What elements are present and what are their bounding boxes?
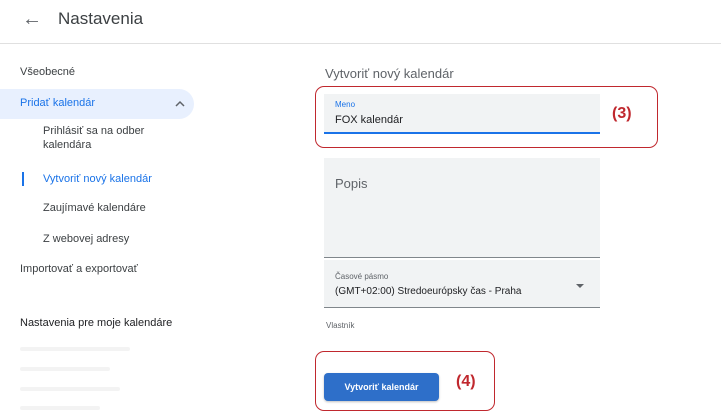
chevron-up-icon[interactable] (172, 96, 188, 112)
sidebar-item-import-export[interactable]: Importovať a exportovať (20, 263, 138, 275)
description-placeholder: Popis (335, 176, 368, 191)
page-title: Nastavenia (58, 9, 144, 28)
sidebar-item-general[interactable]: Všeobecné (20, 66, 75, 78)
blurred-item (20, 347, 130, 351)
sidebar-item-interesting[interactable]: Zaujímavé kalendáre (43, 201, 146, 215)
sidebar-item-from-url[interactable]: Z webovej adresy (43, 232, 129, 246)
description-field[interactable]: Popis (324, 158, 600, 258)
section-title: Vytvoriť nový kalendár (325, 66, 454, 81)
top-bar: ← Nastavenia (0, 0, 721, 44)
settings-sidebar: Všeobecné Pridať kalendár Prihlásiť sa n… (0, 44, 300, 415)
sidebar-item-subscribe[interactable]: Prihlásiť sa na odber kalendára (43, 124, 193, 152)
dropdown-arrow-icon[interactable] (576, 284, 584, 288)
blurred-item (20, 367, 110, 371)
timezone-select[interactable]: Časové pásmo (GMT+02:00) Stredoeurópsky … (324, 260, 600, 308)
owner-label: Vlastník (326, 321, 355, 330)
active-indicator (22, 172, 24, 186)
sidebar-heading-my-calendars: Nastavenia pre moje kalendáre (20, 317, 173, 329)
sidebar-item-add-calendar-label: Pridať kalendár (20, 97, 96, 109)
sidebar-item-create-new[interactable]: Vytvoriť nový kalendár (43, 172, 152, 186)
callout-box-name (315, 86, 658, 148)
callout-label-4: (4) (456, 373, 476, 390)
callout-label-3: (3) (612, 105, 632, 122)
timezone-label: Časové pásmo (335, 272, 389, 281)
blurred-item (20, 387, 120, 391)
timezone-value: (GMT+02:00) Stredoeurópsky čas - Praha (335, 286, 522, 297)
blurred-item (20, 406, 100, 410)
arrow-left-icon[interactable]: ← (20, 7, 44, 31)
